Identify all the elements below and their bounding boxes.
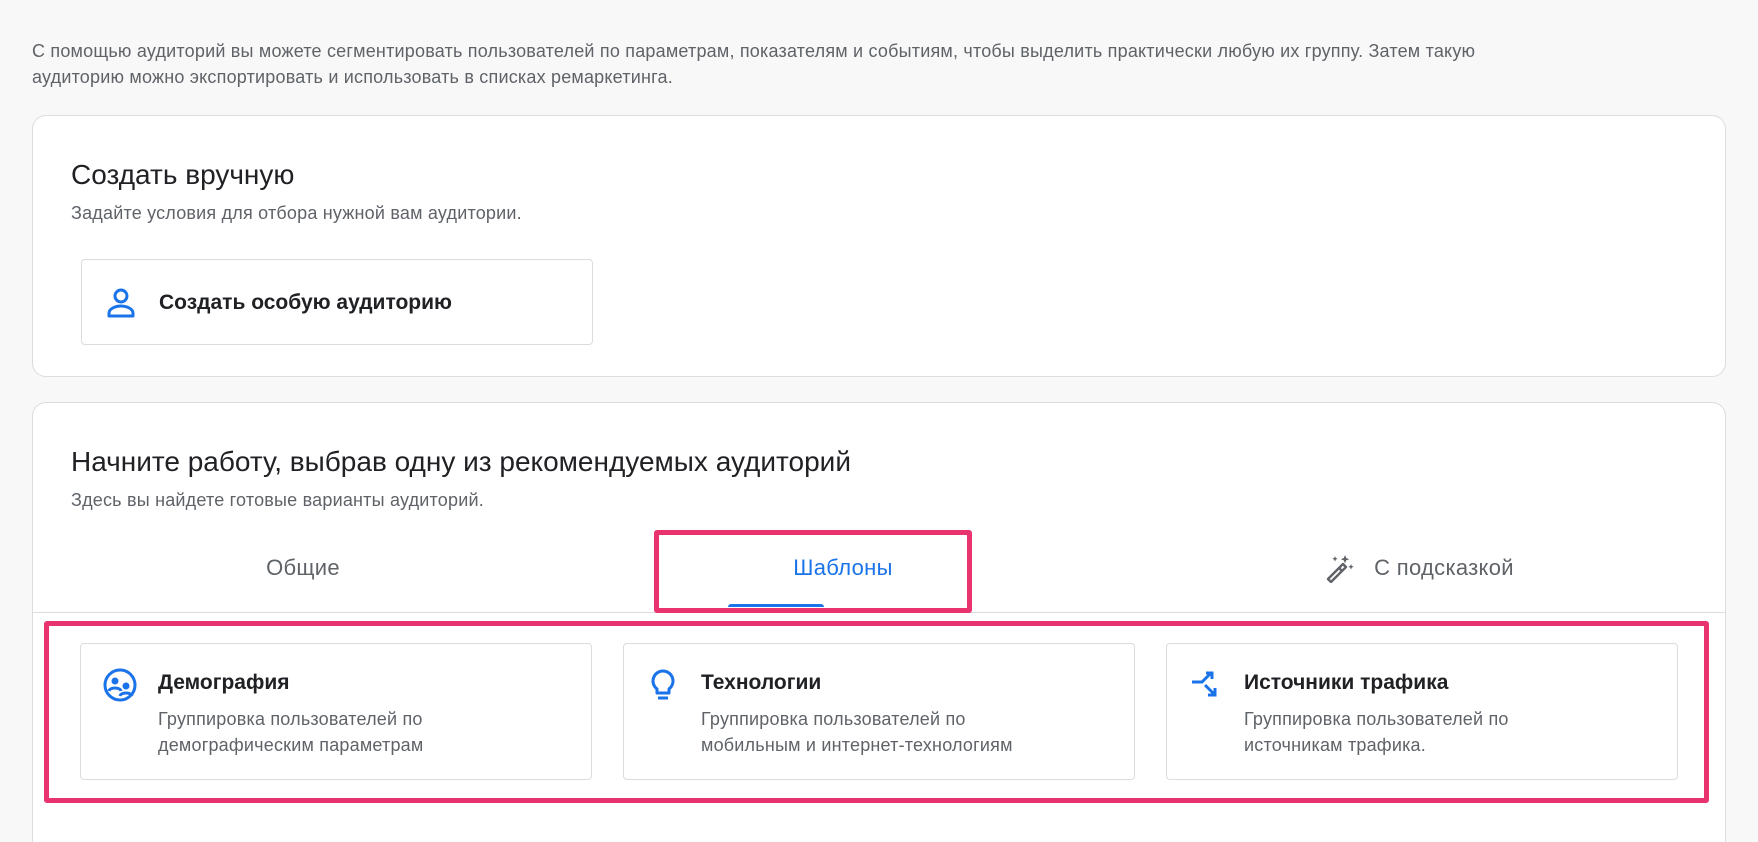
traffic-split-icon xyxy=(1192,671,1217,697)
template-card-technology[interactable]: Технологии Группировка пользователей по … xyxy=(623,643,1135,780)
create-custom-audience-label: Создать особую аудиторию xyxy=(159,291,452,314)
template-title: Источники трафика xyxy=(1244,671,1449,694)
recommended-tabs: Общие Шаблоны С подсказкой xyxy=(33,523,1725,613)
magic-wand-icon xyxy=(1326,555,1354,583)
person-icon xyxy=(107,288,135,318)
tab-suggested-label: С подсказкой xyxy=(1374,555,1514,580)
template-description: Группировка пользователей по демографиче… xyxy=(158,706,578,758)
template-title: Технологии xyxy=(701,671,822,694)
recommended-title: Начните работу, выбрав одну из рекоменду… xyxy=(71,446,851,477)
template-desc-line-1: Группировка пользователей по xyxy=(701,709,966,729)
template-desc-line-2: источникам трафика. xyxy=(1244,735,1426,755)
recommended-subtitle: Здесь вы найдете готовые варианты аудито… xyxy=(71,490,484,510)
template-desc-line-2: демографическим параметрам xyxy=(158,735,424,755)
tab-templates[interactable]: Шаблоны xyxy=(573,523,1113,613)
template-desc-line-1: Группировка пользователей по xyxy=(1244,709,1509,729)
create-manually-card: Создать вручную Задайте условия для отбо… xyxy=(32,115,1726,377)
template-desc-line-2: мобильным и интернет-технологиям xyxy=(701,735,1013,755)
intro-text: С помощью аудиторий вы можете сегментиро… xyxy=(32,38,1712,90)
template-description: Группировка пользователей по источникам … xyxy=(1244,706,1664,758)
tab-suggested[interactable]: С подсказкой xyxy=(1113,523,1725,613)
create-manually-subtitle: Задайте условия для отбора нужной вам ау… xyxy=(71,203,522,223)
template-desc-line-1: Группировка пользователей по xyxy=(158,709,423,729)
tab-templates-label: Шаблоны xyxy=(793,555,893,580)
template-description: Группировка пользователей по мобильным и… xyxy=(701,706,1121,758)
intro-line-2: аудиторию можно экспортировать и использ… xyxy=(32,67,673,87)
template-card-traffic-sources[interactable]: Источники трафика Группировка пользовате… xyxy=(1166,643,1678,780)
demographics-icon xyxy=(103,668,137,702)
create-manually-title: Создать вручную xyxy=(71,159,295,190)
active-tab-indicator xyxy=(728,604,824,607)
create-custom-audience-button[interactable]: Создать особую аудиторию xyxy=(81,259,593,345)
lightbulb-icon xyxy=(651,669,675,700)
template-title: Демография xyxy=(158,671,290,694)
tab-general-label: Общие xyxy=(266,555,340,580)
intro-line-1: С помощью аудиторий вы можете сегментиро… xyxy=(32,41,1476,61)
tab-general[interactable]: Общие xyxy=(33,523,573,613)
template-card-demographics[interactable]: Демография Группировка пользователей по … xyxy=(80,643,592,780)
audiences-page: С помощью аудиторий вы можете сегментиро… xyxy=(0,0,1758,842)
